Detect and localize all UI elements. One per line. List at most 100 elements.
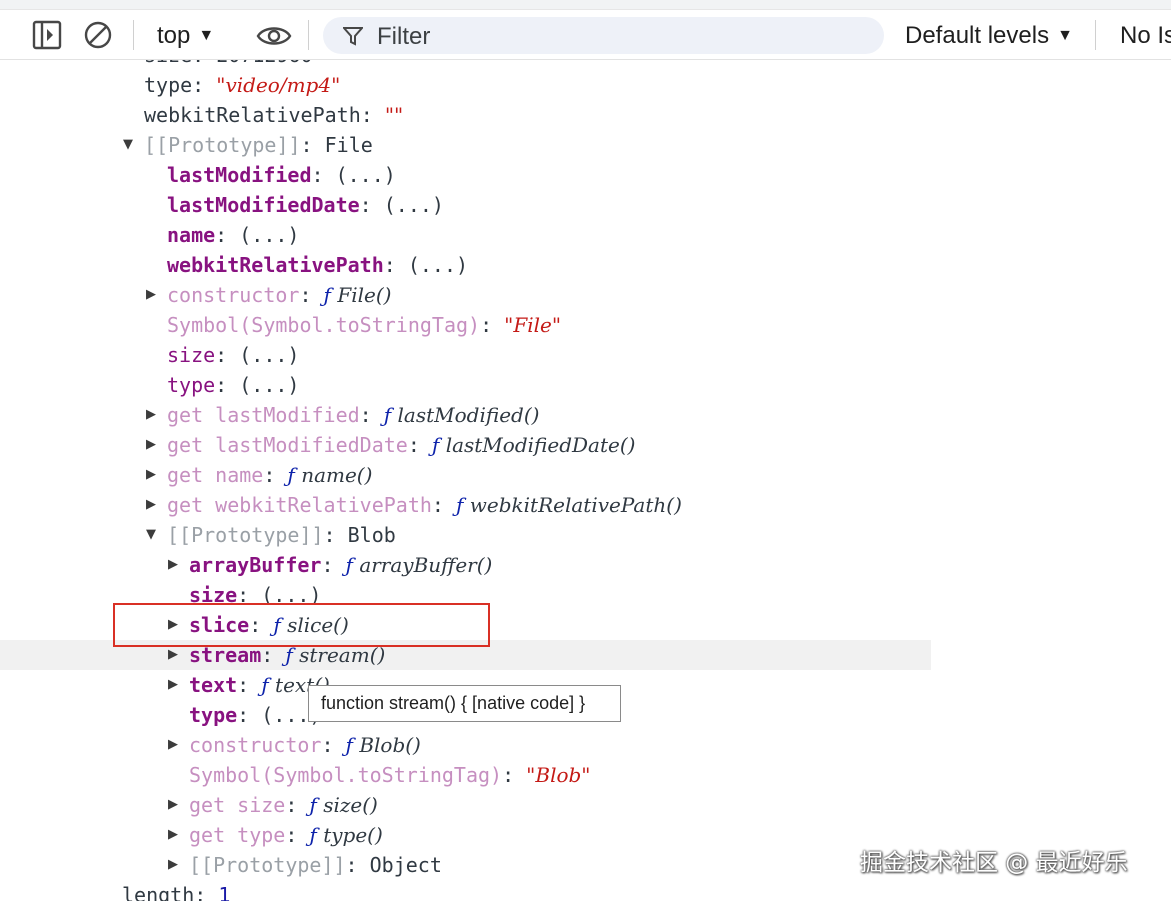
watermark: 掘金技术社区 @ 最近好乐 [860,846,1128,880]
collapsed-triangle-icon[interactable]: ▶ [165,850,181,880]
tree-node-expandable[interactable]: ▶ constructor: ƒ File() [0,280,1171,310]
property-value: : [359,193,384,217]
console-output[interactable]: size: 20712960type: "video/mp4"webkitRel… [0,60,1171,901]
context-selector[interactable]: top ▼ [157,20,214,52]
property-value: : [300,133,325,157]
tree-node[interactable]: type: "video/mp4" [0,70,1171,100]
property-line: webkitRelativePath: "" [144,100,403,130]
property-line: type: "video/mp4" [144,70,340,100]
property-key: type [189,703,238,727]
property-value: ƒ [345,553,360,577]
caret-down-icon: ▼ [1057,27,1073,44]
tree-node-expandable[interactable]: ▶ get size: ƒ size() [0,790,1171,820]
property-value: ƒ [309,793,324,817]
property-key: name [167,223,216,247]
collapsed-triangle-icon[interactable]: ▶ [165,550,181,580]
toolbar-divider [133,20,134,50]
property-value: (...) [239,373,300,397]
sidebar-toggle-icon[interactable] [31,19,63,51]
tree-node-expandable[interactable]: ▶ get lastModified: ƒ lastModified() [0,400,1171,430]
tree-node[interactable]: Symbol(Symbol.toStringTag): "Blob" [0,760,1171,790]
toolbar-divider [1095,20,1096,50]
property-value: "" [384,103,404,127]
property-value: ƒ [431,433,446,457]
property-key: get webkitRelativePath [167,493,432,517]
clear-console-icon[interactable] [82,19,114,51]
property-value: webkitRelativePath() [469,493,682,517]
property-line: get type: ƒ type() [189,820,383,850]
collapsed-triangle-icon[interactable]: ▶ [165,670,181,700]
log-levels-dropdown[interactable]: Default levels ▼ [905,20,1073,52]
property-value: (...) [407,253,469,277]
property-value: : [480,313,505,337]
tree-node[interactable]: type: (...) [0,370,1171,400]
eye-icon[interactable] [256,22,292,50]
property-value: Blob [347,523,396,547]
tree-node[interactable]: webkitRelativePath: (...) [0,250,1171,280]
tree-node-expandable[interactable]: ▶ arrayBuffer: ƒ arrayBuffer() [0,550,1171,580]
property-value: : [263,463,288,487]
property-line: lastModifiedDate: (...) [167,190,444,220]
property-line: [[Prototype]]: Object [189,850,442,880]
property-value: : [502,763,527,787]
property-key: lastModifiedDate [167,193,360,217]
collapsed-triangle-icon[interactable]: ▶ [143,460,159,490]
property-line: length: 1 [122,880,230,901]
property-line: get lastModifiedDate: ƒ lastModifiedDate… [167,430,635,460]
filter-box[interactable] [323,17,884,54]
tree-node-expandable[interactable]: ▼ [[Prototype]]: File [0,130,1171,160]
tree-node[interactable]: name: (...) [0,220,1171,250]
property-key: [[Prototype]] [167,523,324,547]
property-value: size() [323,793,378,817]
tree-node-expandable[interactable]: ▶ constructor: ƒ Blob() [0,730,1171,760]
property-line: arrayBuffer: ƒ arrayBuffer() [189,550,492,580]
property-value: (...) [239,223,300,247]
property-key: size: 20712960 [144,60,313,67]
property-value: : [285,823,310,847]
property-value: "Blob" [526,763,591,787]
expanded-triangle-icon[interactable]: ▼ [143,520,159,550]
tree-node[interactable]: lastModified: (...) [0,160,1171,190]
collapsed-triangle-icon[interactable]: ▶ [143,280,159,310]
tree-node[interactable]: Symbol(Symbol.toStringTag): "File" [0,310,1171,340]
filter-input[interactable] [375,19,859,54]
property-key: [[Prototype]] [144,133,301,157]
property-value: lastModifiedDate() [445,433,636,457]
property-value: ƒ [261,673,276,697]
property-value: : [383,253,408,277]
collapsed-triangle-icon[interactable]: ▶ [165,790,181,820]
property-value: File() [337,283,392,307]
tree-node[interactable]: size: 20712960 [0,60,1171,70]
expanded-triangle-icon[interactable]: ▼ [120,130,136,160]
property-key: get size [189,793,286,817]
property-line: get name: ƒ name() [167,460,372,490]
native-code-tooltip: function stream() { [native code] } [308,685,621,722]
tree-node-expandable[interactable]: ▶ get name: ƒ name() [0,460,1171,490]
collapsed-triangle-icon[interactable]: ▶ [165,730,181,760]
property-key: size [167,343,216,367]
tree-node[interactable]: lastModifiedDate: (...) [0,190,1171,220]
tooltip-text: function stream() { [native code] } [321,693,586,713]
property-value: : [299,283,324,307]
property-value: : [321,733,346,757]
collapsed-triangle-icon[interactable]: ▶ [143,400,159,430]
tree-node-expandable[interactable]: ▶ get lastModifiedDate: ƒ lastModifiedDat… [0,430,1171,460]
property-line: get size: ƒ size() [189,790,378,820]
collapsed-triangle-icon[interactable]: ▶ [143,430,159,460]
collapsed-triangle-icon[interactable]: ▶ [143,490,159,520]
property-value: lastModified() [397,403,540,427]
property-value: ƒ [323,283,338,307]
tree-node-expandable[interactable]: ▼ [[Prototype]]: Blob [0,520,1171,550]
property-line: [[Prototype]]: File [144,130,373,160]
tree-node-expandable[interactable]: ▶ get webkitRelativePath: ƒ webkitRelativ… [0,490,1171,520]
property-value: ƒ [345,733,360,757]
issues-counter[interactable]: No Is [1120,20,1171,52]
property-line: constructor: ƒ Blob() [189,730,421,760]
property-key: type [167,373,216,397]
property-value: File [324,133,373,157]
tree-node[interactable]: webkitRelativePath: "" [0,100,1171,130]
tree-node[interactable]: length: 1 [0,880,1171,901]
property-value: : [431,493,456,517]
tree-node[interactable]: size: (...) [0,340,1171,370]
collapsed-triangle-icon[interactable]: ▶ [165,820,181,850]
